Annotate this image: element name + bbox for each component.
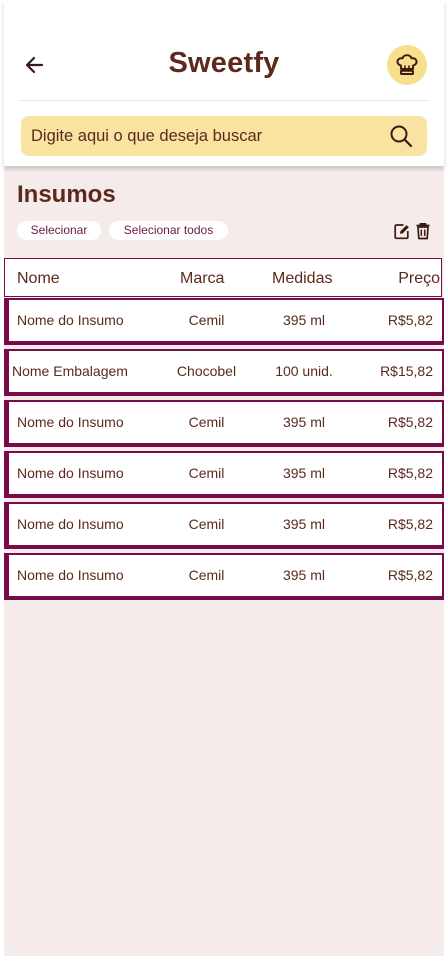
edit-button[interactable]	[394, 222, 410, 240]
cell-nome: Nome do Insumo	[17, 312, 124, 328]
table-row[interactable]: Nome do Insumo Cemil 395 ml R$5,82	[4, 298, 444, 345]
app-frame: Sweetfy Insumos Selecionar Selecionar to…	[4, 0, 444, 956]
trash-icon	[416, 222, 430, 240]
table-row[interactable]: Nome Embalagem Chocobel 100 unid. R$15,8…	[4, 349, 444, 396]
cell-medidas: 395 ml	[282, 465, 326, 481]
cell-preco: R$15,82	[380, 363, 433, 379]
cell-preco: R$5,82	[387, 312, 433, 328]
cell-marca: Cemil	[188, 312, 225, 328]
chef-hat-icon	[396, 54, 418, 75]
cell-marca: Chocobel	[176, 363, 237, 379]
profile-avatar[interactable]	[387, 45, 427, 85]
section-title: Insumos	[17, 181, 116, 208]
cell-marca: Cemil	[188, 465, 225, 481]
edit-icon	[394, 224, 409, 240]
select-button[interactable]: Selecionar	[17, 221, 101, 240]
search-icon	[390, 125, 413, 148]
delete-button[interactable]	[415, 222, 431, 240]
column-header-marca[interactable]: Marca	[180, 259, 224, 298]
app-header: Sweetfy	[4, 0, 444, 166]
cell-medidas: 395 ml	[282, 312, 326, 328]
cell-medidas: 395 ml	[282, 567, 326, 583]
cell-marca: Cemil	[188, 516, 225, 532]
cell-medidas: 395 ml	[282, 516, 326, 532]
cell-nome: Nome do Insumo	[17, 567, 124, 583]
column-header-preco[interactable]: Preço	[398, 259, 440, 298]
column-header-medidas[interactable]: Medidas	[272, 259, 332, 298]
cell-preco: R$5,82	[387, 567, 433, 583]
cell-nome: Nome do Insumo	[17, 516, 124, 532]
cell-marca: Cemil	[188, 414, 225, 430]
table-row[interactable]: Nome do Insumo Cemil 395 ml R$5,82	[4, 400, 444, 447]
cell-preco: R$5,82	[387, 516, 433, 532]
cell-preco: R$5,82	[387, 465, 433, 481]
select-all-button[interactable]: Selecionar todos	[109, 221, 228, 240]
cell-medidas: 395 ml	[282, 414, 326, 430]
table-header: Nome Marca Medidas Preço	[4, 258, 442, 297]
search-bar	[21, 116, 427, 156]
column-header-nome[interactable]: Nome	[17, 259, 60, 298]
table-row[interactable]: Nome do Insumo Cemil 395 ml R$5,82	[4, 553, 444, 600]
cell-nome: Nome Embalagem	[12, 363, 128, 379]
app-title: Sweetfy	[168, 47, 280, 79]
cell-marca: Cemil	[188, 567, 225, 583]
cell-nome: Nome do Insumo	[17, 465, 124, 481]
cell-medidas: 100 unid.	[275, 363, 333, 379]
table-row[interactable]: Nome do Insumo Cemil 395 ml R$5,82	[4, 502, 444, 549]
cell-preco: R$5,82	[387, 414, 433, 430]
search-input[interactable]	[31, 116, 371, 156]
table-row[interactable]: Nome do Insumo Cemil 395 ml R$5,82	[4, 451, 444, 498]
search-button[interactable]	[389, 124, 413, 148]
cell-nome: Nome do Insumo	[17, 414, 124, 430]
header-divider	[19, 100, 428, 101]
